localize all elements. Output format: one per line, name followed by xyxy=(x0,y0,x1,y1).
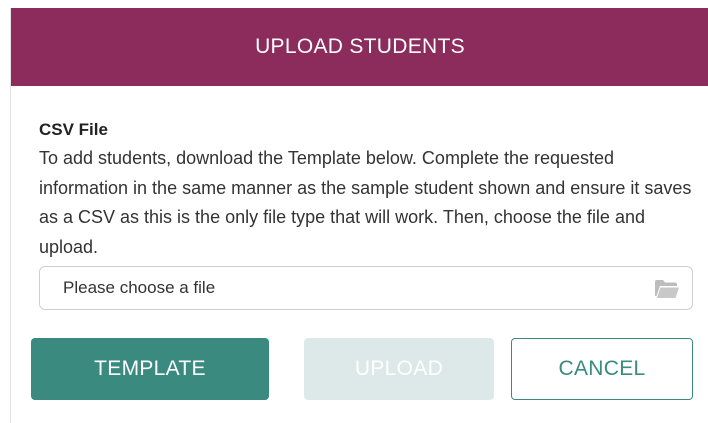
file-chooser-input[interactable]: Please choose a file xyxy=(39,266,693,310)
upload-button[interactable]: UPLOAD xyxy=(304,338,494,400)
dialog-title: UPLOAD STUDENTS xyxy=(255,35,465,58)
template-button[interactable]: TEMPLATE xyxy=(31,338,269,400)
upload-instructions: To add students, download the Template b… xyxy=(39,148,692,257)
upload-students-dialog: UPLOAD STUDENTS CSV File To add students… xyxy=(10,8,708,423)
folder-icon[interactable] xyxy=(654,279,680,299)
cancel-button[interactable]: CANCEL xyxy=(511,338,693,400)
csv-file-label: CSV File xyxy=(39,120,108,139)
dialog-header: UPLOAD STUDENTS xyxy=(11,8,708,86)
file-chooser-placeholder: Please choose a file xyxy=(63,278,216,297)
